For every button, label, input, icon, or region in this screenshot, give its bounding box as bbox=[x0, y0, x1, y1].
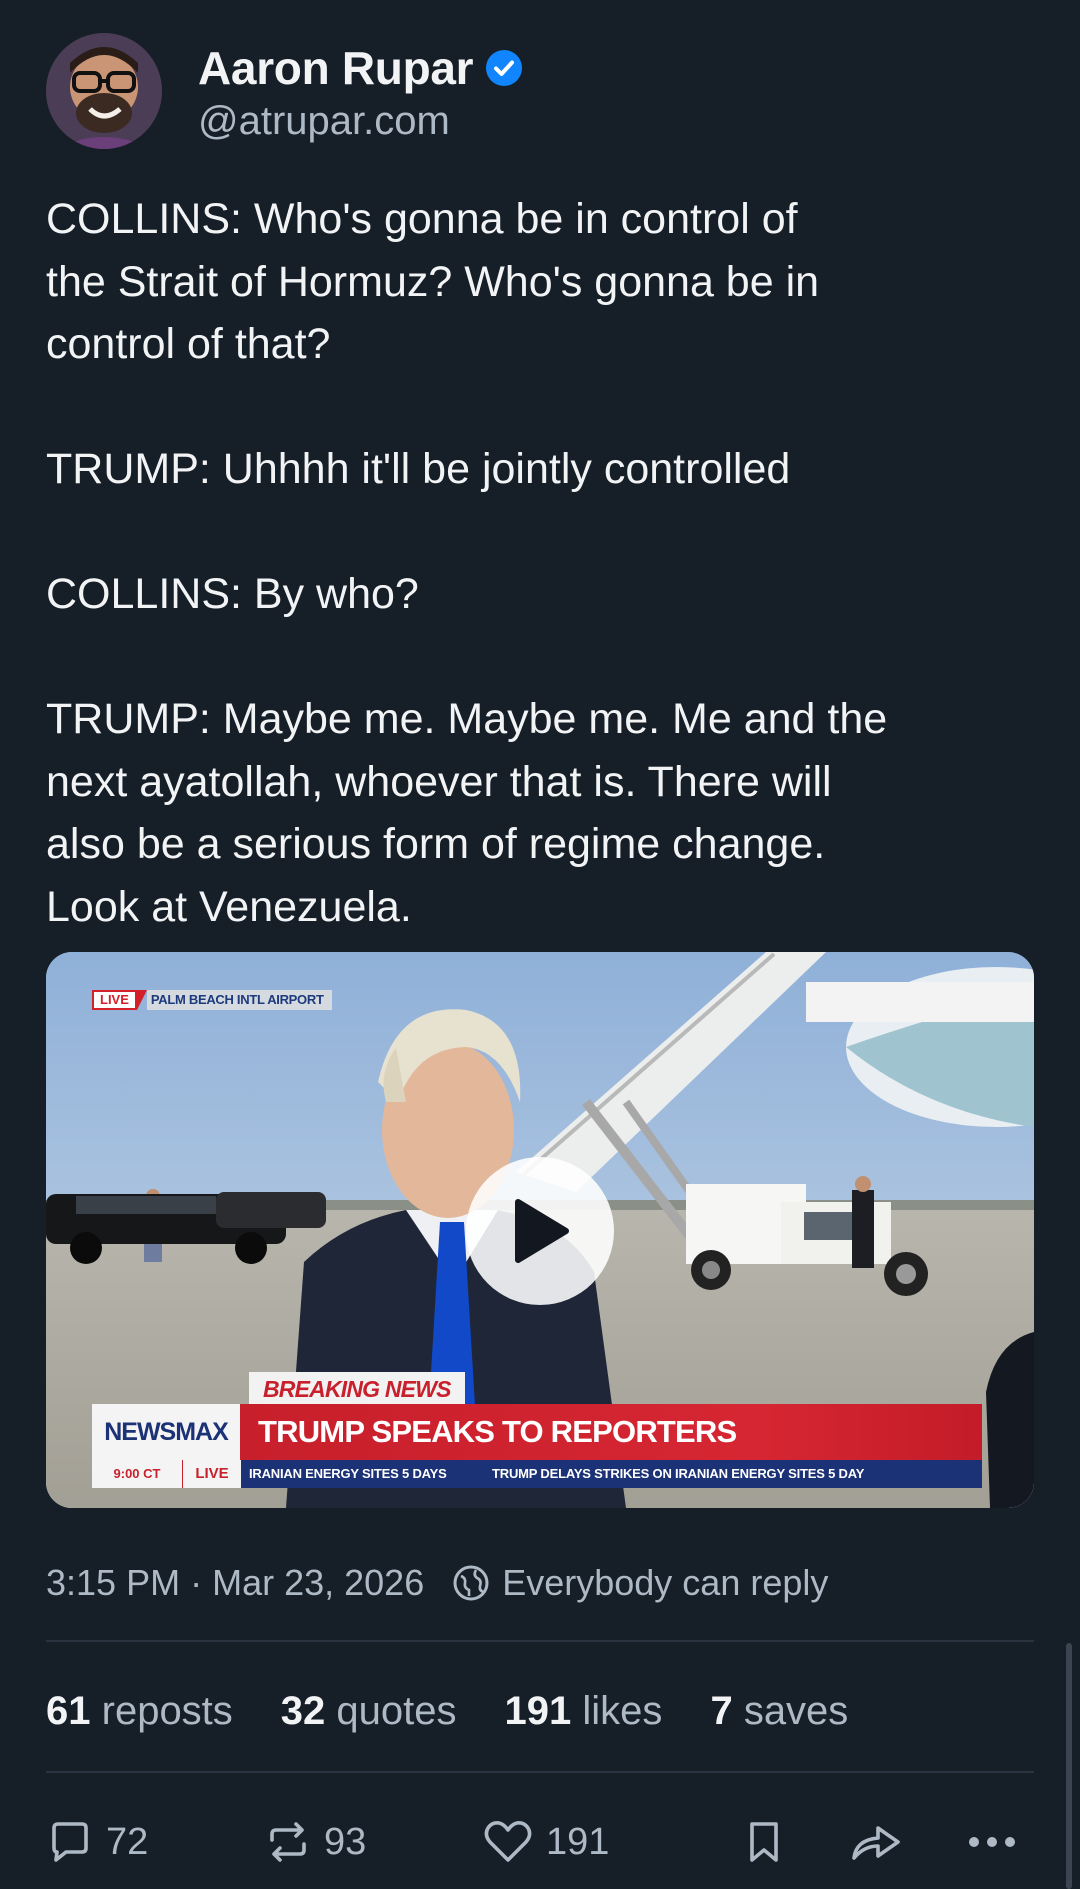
chyron-headline: TRUMP SPEAKS TO REPORTERS bbox=[240, 1404, 982, 1460]
location-name: PALM BEACH INTL AIRPORT bbox=[146, 990, 332, 1010]
saves-count: 7 bbox=[710, 1688, 733, 1733]
ticker-live-label: LIVE bbox=[182, 1460, 241, 1488]
quotes-label: quotes bbox=[336, 1688, 457, 1733]
like-icon bbox=[484, 1821, 532, 1862]
reply-count: 72 bbox=[106, 1820, 149, 1863]
share-icon bbox=[852, 1826, 900, 1860]
post-text: COLLINS: Who's gonna be in control of th… bbox=[46, 195, 888, 931]
reply-setting[interactable]: Everybody can reply bbox=[502, 1562, 828, 1604]
play-button[interactable] bbox=[466, 1157, 614, 1305]
likes-stat[interactable]: 191 likes bbox=[505, 1689, 663, 1734]
action-bar: 72 93 191 bbox=[46, 1812, 1034, 1872]
ticker-text: IRANIAN ENERGY SITES 5 DAYS TRUMP DELAYS… bbox=[241, 1460, 982, 1488]
scrollbar[interactable] bbox=[1066, 1643, 1072, 1889]
verified-badge-icon bbox=[486, 50, 523, 86]
reply-icon bbox=[52, 1822, 88, 1862]
like-count: 191 bbox=[546, 1820, 610, 1863]
repost-count: 93 bbox=[324, 1820, 367, 1863]
more-icon bbox=[969, 1837, 1015, 1847]
lower-third: NEWSMAX TRUMP SPEAKS TO REPORTERS bbox=[92, 1404, 982, 1460]
reposts-count: 61 bbox=[46, 1688, 91, 1733]
ticker-item: IRANIAN ENERGY SITES 5 DAYS bbox=[249, 1466, 447, 1481]
engagement-stats: 61 reposts 32 quotes 191 likes 7 saves bbox=[46, 1683, 896, 1739]
repost-button[interactable]: 93 bbox=[264, 1812, 366, 1872]
breaking-news-label: BREAKING NEWS bbox=[249, 1372, 465, 1406]
play-icon bbox=[515, 1199, 569, 1263]
reply-button[interactable]: 72 bbox=[46, 1812, 148, 1872]
video-embed[interactable]: LIVE PALM BEACH INTL AIRPORT BREAKING NE… bbox=[46, 952, 1034, 1508]
ticker-item: TRUMP DELAYS STRIKES ON IRANIAN ENERGY S… bbox=[492, 1466, 865, 1481]
like-button[interactable]: 191 bbox=[482, 1812, 609, 1872]
likes-label: likes bbox=[582, 1688, 663, 1733]
location-badge: LIVE PALM BEACH INTL AIRPORT bbox=[92, 990, 332, 1010]
meta-separator: · bbox=[190, 1562, 203, 1603]
display-name[interactable]: Aaron Rupar bbox=[198, 41, 474, 95]
saves-stat[interactable]: 7 saves bbox=[710, 1689, 848, 1734]
bookmark-button[interactable] bbox=[742, 1812, 786, 1872]
network-logo: NEWSMAX bbox=[92, 1404, 240, 1460]
post-header: Aaron Rupar @atrupar.com bbox=[46, 33, 1034, 151]
news-ticker: 9:00 CT LIVE IRANIAN ENERGY SITES 5 DAYS… bbox=[92, 1460, 982, 1488]
divider bbox=[46, 1771, 1034, 1773]
location-badge-divider bbox=[136, 990, 147, 1010]
more-options-button[interactable] bbox=[966, 1812, 1018, 1872]
post-date[interactable]: Mar 23, 2026 bbox=[212, 1562, 424, 1604]
post-time[interactable]: 3:15 PM bbox=[46, 1562, 180, 1604]
saves-label: saves bbox=[743, 1688, 849, 1733]
bookmark-icon bbox=[750, 1822, 778, 1862]
avatar-image bbox=[46, 33, 162, 149]
globe-reply-setting-icon bbox=[453, 1565, 489, 1601]
reposts-label: reposts bbox=[101, 1688, 233, 1733]
quotes-count: 32 bbox=[280, 1688, 326, 1733]
location-live-label: LIVE bbox=[92, 990, 137, 1010]
display-name-row: Aaron Rupar bbox=[198, 40, 523, 96]
repost-icon bbox=[270, 1822, 306, 1862]
reposts-stat[interactable]: 61 reposts bbox=[46, 1689, 233, 1734]
divider bbox=[46, 1640, 1034, 1642]
share-button[interactable] bbox=[848, 1812, 904, 1872]
post-meta: 3:15 PM · Mar 23, 2026 Everybody can rep… bbox=[46, 1557, 828, 1609]
ticker-time: 9:00 CT bbox=[92, 1460, 182, 1488]
avatar[interactable] bbox=[46, 33, 162, 149]
quotes-stat[interactable]: 32 quotes bbox=[281, 1689, 457, 1734]
author-handle[interactable]: @atrupar.com bbox=[198, 99, 450, 144]
likes-count: 191 bbox=[504, 1688, 572, 1733]
